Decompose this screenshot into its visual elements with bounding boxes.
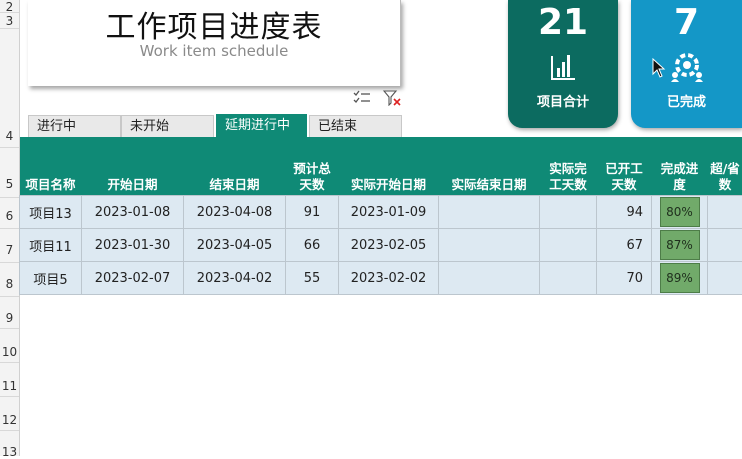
mouse-cursor-icon — [652, 58, 666, 78]
total-projects-value: 21 — [508, 2, 618, 43]
bar-chart-icon — [550, 52, 576, 80]
column-header[interactable]: 预计总 天数 — [286, 137, 339, 196]
progress-badge: 80% — [660, 197, 700, 227]
gear-people-icon — [670, 52, 704, 82]
table-cell[interactable]: 91 — [286, 196, 339, 229]
table-header-row: 项目名称开始日期结束日期预计总 天数实际开始日期实际结束日期实际完 工天数已开工… — [20, 137, 742, 196]
tab-not-started[interactable]: 未开始 — [121, 115, 214, 137]
table-cell[interactable] — [439, 262, 540, 295]
tab-in-progress[interactable]: 进行中 — [28, 115, 121, 137]
table-cell[interactable] — [708, 262, 742, 295]
row-divider — [0, 228, 19, 229]
total-projects-label: 项目合计 — [508, 91, 618, 110]
table-cell[interactable]: 2023-04-05 — [184, 229, 286, 262]
table-cell[interactable]: 87% — [652, 229, 708, 262]
row-divider — [0, 296, 19, 297]
row-number[interactable]: 13 — [0, 445, 19, 459]
project-table: 项目名称开始日期结束日期预计总 天数实际开始日期实际结束日期实际完 工天数已开工… — [19, 137, 742, 295]
row-divider — [0, 328, 19, 329]
table-cell[interactable]: 2023-02-07 — [82, 262, 184, 295]
column-header[interactable]: 结束日期 — [184, 137, 286, 196]
table-cell[interactable]: 项目11 — [20, 229, 82, 262]
row-divider — [0, 147, 19, 148]
row-divider — [0, 197, 19, 198]
table-cell[interactable] — [708, 196, 742, 229]
table-cell[interactable]: 80% — [652, 196, 708, 229]
column-header[interactable]: 实际结束日期 — [439, 137, 540, 196]
column-header[interactable]: 项目名称 — [20, 137, 82, 196]
table-cell[interactable]: 89% — [652, 262, 708, 295]
page-title: 工作项目进度表 — [28, 2, 400, 46]
table-cell[interactable]: 项目13 — [20, 196, 82, 229]
table-row: 项目132023-01-082023-04-08912023-01-09 94 80… — [20, 196, 742, 229]
table-cell[interactable]: 2023-04-08 — [184, 196, 286, 229]
row-number[interactable]: 12 — [0, 413, 19, 427]
row-number[interactable]: 11 — [0, 379, 19, 393]
table-cell[interactable]: 67 — [597, 229, 652, 262]
completed-card[interactable]: 7 已完成 — [631, 0, 742, 128]
table-cell[interactable] — [708, 229, 742, 262]
row-divider — [0, 430, 19, 431]
table-cell[interactable]: 70 — [597, 262, 652, 295]
completed-value: 7 — [631, 2, 742, 43]
column-header[interactable]: 已开工 天数 — [597, 137, 652, 196]
table-row: 项目52023-02-072023-04-02552023-02-02 70 89% — [20, 262, 742, 295]
tab-delayed-in-progress[interactable]: 延期进行中 — [216, 114, 307, 137]
clear-filter-icon[interactable] — [383, 90, 401, 106]
table-cell[interactable] — [439, 229, 540, 262]
table-row: 项目112023-01-302023-04-05662023-02-05 67 87… — [20, 229, 742, 262]
table-cell[interactable]: 94 — [597, 196, 652, 229]
table-cell[interactable] — [540, 262, 597, 295]
row-divider — [0, 362, 19, 363]
row-number[interactable]: 6 — [0, 209, 19, 223]
table-cell[interactable] — [540, 229, 597, 262]
table-cell[interactable] — [540, 196, 597, 229]
row-number[interactable]: 10 — [0, 345, 19, 359]
row-number[interactable]: 5 — [0, 177, 19, 191]
table-cell[interactable]: 2023-01-09 — [339, 196, 439, 229]
sort-list-icon[interactable] — [353, 90, 371, 106]
completed-label: 已完成 — [631, 91, 742, 110]
row-divider — [0, 396, 19, 397]
title-card[interactable]: 工作项目进度表 Work item schedule — [28, 0, 401, 86]
column-header[interactable]: 实际开始日期 — [339, 137, 439, 196]
page-subtitle: Work item schedule — [28, 42, 400, 60]
table-cell[interactable]: 2023-01-30 — [82, 229, 184, 262]
row-divider — [0, 28, 19, 29]
table-cell[interactable]: 2023-02-02 — [339, 262, 439, 295]
row-divider — [0, 12, 19, 13]
tab-finished[interactable]: 已结束 — [309, 115, 402, 137]
column-header[interactable]: 完成进 度 — [652, 137, 708, 196]
table-cell[interactable]: 66 — [286, 229, 339, 262]
row-number[interactable]: 9 — [0, 311, 19, 325]
column-header[interactable]: 超/省 数 — [708, 137, 742, 196]
row-number[interactable]: 3 — [0, 14, 19, 28]
table-cell[interactable]: 项目5 — [20, 262, 82, 295]
total-projects-card[interactable]: 21 项目合计 — [508, 0, 618, 128]
row-number[interactable]: 8 — [0, 277, 19, 291]
table-cell[interactable]: 2023-02-05 — [339, 229, 439, 262]
progress-badge: 89% — [660, 263, 700, 293]
table-cell[interactable]: 2023-04-02 — [184, 262, 286, 295]
column-header[interactable]: 开始日期 — [82, 137, 184, 196]
column-header[interactable]: 实际完 工天数 — [540, 137, 597, 196]
row-number[interactable]: 4 — [0, 129, 19, 143]
table-cell[interactable]: 2023-01-08 — [82, 196, 184, 229]
progress-badge: 87% — [660, 230, 700, 260]
table-cell[interactable]: 55 — [286, 262, 339, 295]
row-divider — [0, 262, 19, 263]
row-number[interactable]: 7 — [0, 243, 19, 257]
table-cell[interactable] — [439, 196, 540, 229]
